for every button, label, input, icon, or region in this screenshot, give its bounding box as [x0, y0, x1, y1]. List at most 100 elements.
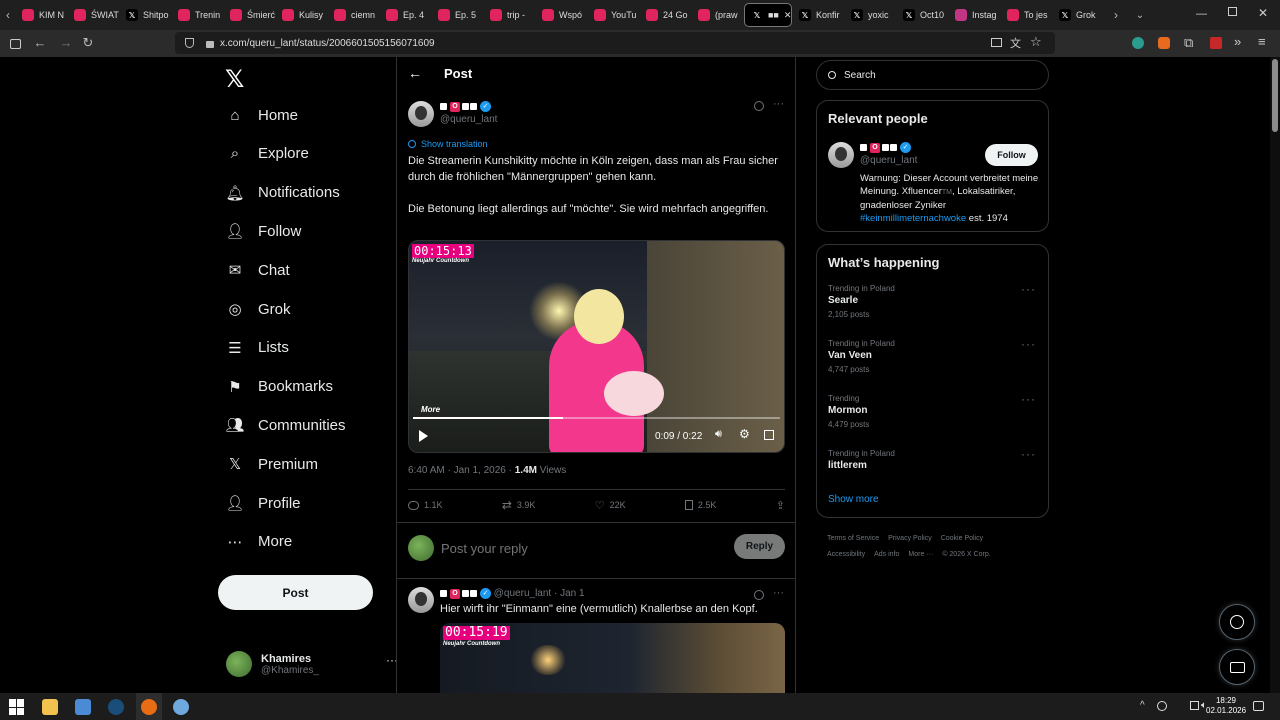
footer-link[interactable]: Ads info	[874, 551, 899, 558]
trend-more-icon[interactable]: ···	[1021, 282, 1036, 296]
reply-action[interactable]: 1.1K	[408, 498, 443, 512]
tab-scroll-right-icon[interactable]: ›	[1108, 8, 1124, 22]
bookmark-action[interactable]: 2.5K	[684, 498, 716, 512]
browser-tab[interactable]: Ep. 4	[380, 3, 431, 27]
nav-item-follow[interactable]: 👤︎ Follow	[225, 218, 301, 244]
settings-icon[interactable]: ⚙	[739, 427, 750, 441]
reply-input[interactable]	[441, 537, 711, 559]
nav-item-grok[interactable]: ◎ Grok	[226, 296, 290, 322]
reply-more-icon[interactable]: ···	[773, 587, 784, 599]
app-icon[interactable]	[173, 699, 189, 715]
tab-list-dropdown-icon[interactable]: ⌄	[1132, 10, 1148, 21]
share-action[interactable]: ⇪	[776, 498, 785, 512]
scrollbar[interactable]	[1270, 57, 1280, 693]
menu-icon[interactable]: ≡	[1258, 34, 1266, 49]
nav-item-profile[interactable]: 👤︎ Profile	[225, 490, 300, 516]
back-arrow-icon[interactable]: ←	[408, 65, 422, 81]
browser-tab[interactable]: 𝕏yoxic	[845, 3, 896, 27]
tray-network-icon[interactable]	[1157, 701, 1167, 711]
show-more-link[interactable]: Show more	[828, 494, 879, 505]
author-handle[interactable]: @queru_lant	[440, 114, 497, 125]
trend-item[interactable]: Trending in Poland littlerem	[828, 449, 895, 475]
follow-button[interactable]: Follow	[985, 144, 1038, 166]
fullscreen-icon[interactable]	[764, 430, 774, 440]
video-player[interactable]: 00:15:13 Neujahr Countdown More 0:09 / 0…	[408, 240, 785, 453]
nav-item-lists[interactable]: ☰ Lists	[226, 335, 289, 361]
browser-tab[interactable]: Wspó	[536, 3, 587, 27]
minimize-icon[interactable]: —	[1196, 8, 1207, 20]
reply-author-avatar[interactable]	[408, 587, 434, 613]
trend-item[interactable]: Trending in Poland Searle 2,105 posts	[828, 284, 895, 319]
reply-grok-icon[interactable]	[754, 590, 764, 600]
repost-action[interactable]: ⇄ 3.9K	[502, 498, 536, 512]
browser-tab[interactable]: ŚWIAT	[68, 3, 119, 27]
show-translation[interactable]: Show translation	[408, 139, 488, 149]
messages-fab[interactable]	[1219, 649, 1255, 685]
lock-icon[interactable]	[206, 41, 214, 48]
person-avatar[interactable]	[828, 142, 854, 168]
trend-more-icon[interactable]: ···	[1021, 337, 1036, 351]
reply-date[interactable]: · Jan 1	[551, 588, 585, 599]
footer-link[interactable]: © 2026 X Corp.	[942, 551, 990, 558]
url-text[interactable]: x.com/queru_lant/status/2006601505156071…	[220, 38, 435, 49]
nav-item-communities[interactable]: 👥︎ Communities	[225, 412, 345, 438]
monitor-app-icon[interactable]	[75, 699, 91, 715]
vpn-extension-icon[interactable]	[1132, 37, 1144, 49]
overflow-chevron-icon[interactable]: »	[1234, 34, 1241, 49]
trend-item[interactable]: Trending in Poland Van Veen 4,747 posts	[828, 339, 895, 374]
browser-tab[interactable]: To jes	[1001, 3, 1052, 27]
tab-scroll-left-icon[interactable]: ‹	[0, 8, 16, 22]
browser-tab[interactable]: (praw	[692, 3, 743, 27]
windows-start-icon[interactable]	[9, 699, 25, 715]
more-options-icon[interactable]: ···	[773, 98, 784, 110]
author-avatar[interactable]	[408, 101, 434, 127]
steam-icon[interactable]	[108, 699, 124, 715]
address-bar[interactable]: x.com/queru_lant/status/2006601505156071…	[175, 32, 1055, 54]
x-logo-icon[interactable]: 𝕏	[225, 65, 244, 94]
reply-video[interactable]: 00:15:19 Neujahr Countdown	[440, 623, 785, 693]
sidebar-toggle-icon[interactable]	[10, 39, 21, 49]
scrollbar-thumb[interactable]	[1272, 59, 1278, 132]
browser-tab[interactable]: 24 Go	[640, 3, 691, 27]
trend-more-icon[interactable]: ···	[1021, 392, 1036, 406]
reload-icon[interactable]: ↻	[80, 35, 96, 51]
extensions-icon[interactable]: ⧉	[1184, 35, 1193, 51]
restore-icon[interactable]	[1228, 7, 1237, 16]
browser-tab[interactable]: 𝕏 Grok	[1053, 3, 1104, 27]
bookmark-star-icon[interactable]: ☆	[1030, 34, 1042, 50]
browser-tab[interactable]: Instag	[949, 3, 1000, 27]
nav-item-chat[interactable]: ✉ Chat	[226, 257, 290, 283]
like-action[interactable]: ♡ 22K	[595, 498, 626, 512]
reply-author-handle[interactable]: @queru_lant	[494, 588, 551, 599]
post-button[interactable]: Post	[218, 575, 373, 610]
person-name[interactable]: O ✓	[860, 142, 917, 153]
browser-tab[interactable]: Trenin	[172, 3, 223, 27]
tray-display-icon[interactable]	[1190, 701, 1199, 710]
browser-tab[interactable]: ciemn	[328, 3, 379, 27]
nav-item-more[interactable]: ⋯ More	[226, 529, 293, 555]
back-icon[interactable]: ←	[32, 35, 48, 51]
close-window-icon[interactable]: ✕	[1258, 6, 1268, 20]
browser-tab[interactable]: Kulisy	[276, 3, 327, 27]
forward-icon[interactable]: →	[58, 35, 74, 51]
author-name[interactable]: O ✓	[440, 101, 497, 112]
browser-tab[interactable]: YouTu	[588, 3, 639, 27]
nav-item-home[interactable]: ⌂ Home	[226, 102, 298, 128]
file-explorer-icon[interactable]	[42, 699, 58, 715]
footer-link[interactable]: Accessibility	[827, 551, 865, 558]
fox-extension-icon[interactable]	[1158, 37, 1170, 49]
browser-tab[interactable]: 𝕏 ■■ ✕	[744, 3, 792, 27]
browser-tab[interactable]: 𝕏 Shitpo	[120, 3, 171, 27]
reply-button[interactable]: Reply	[734, 534, 785, 559]
browser-tab[interactable]: KIM N	[16, 3, 67, 27]
person-handle[interactable]: @queru_lant	[860, 155, 917, 166]
footer-link[interactable]: Cookie Policy	[941, 535, 983, 542]
footer-link[interactable]: More ···	[908, 551, 933, 558]
tray-chevron-icon[interactable]: ^	[1140, 700, 1145, 711]
tab-close-icon[interactable]: ✕	[784, 10, 791, 21]
nav-item-bookmarks[interactable]: ⚑ Bookmarks	[226, 374, 333, 400]
browser-tab[interactable]: trip -	[484, 3, 535, 27]
post-timestamp[interactable]: 6:40 AM · Jan 1, 2026 ·	[408, 465, 515, 476]
shield-icon[interactable]	[185, 38, 194, 48]
footer-link[interactable]: Terms of Service	[827, 535, 879, 542]
